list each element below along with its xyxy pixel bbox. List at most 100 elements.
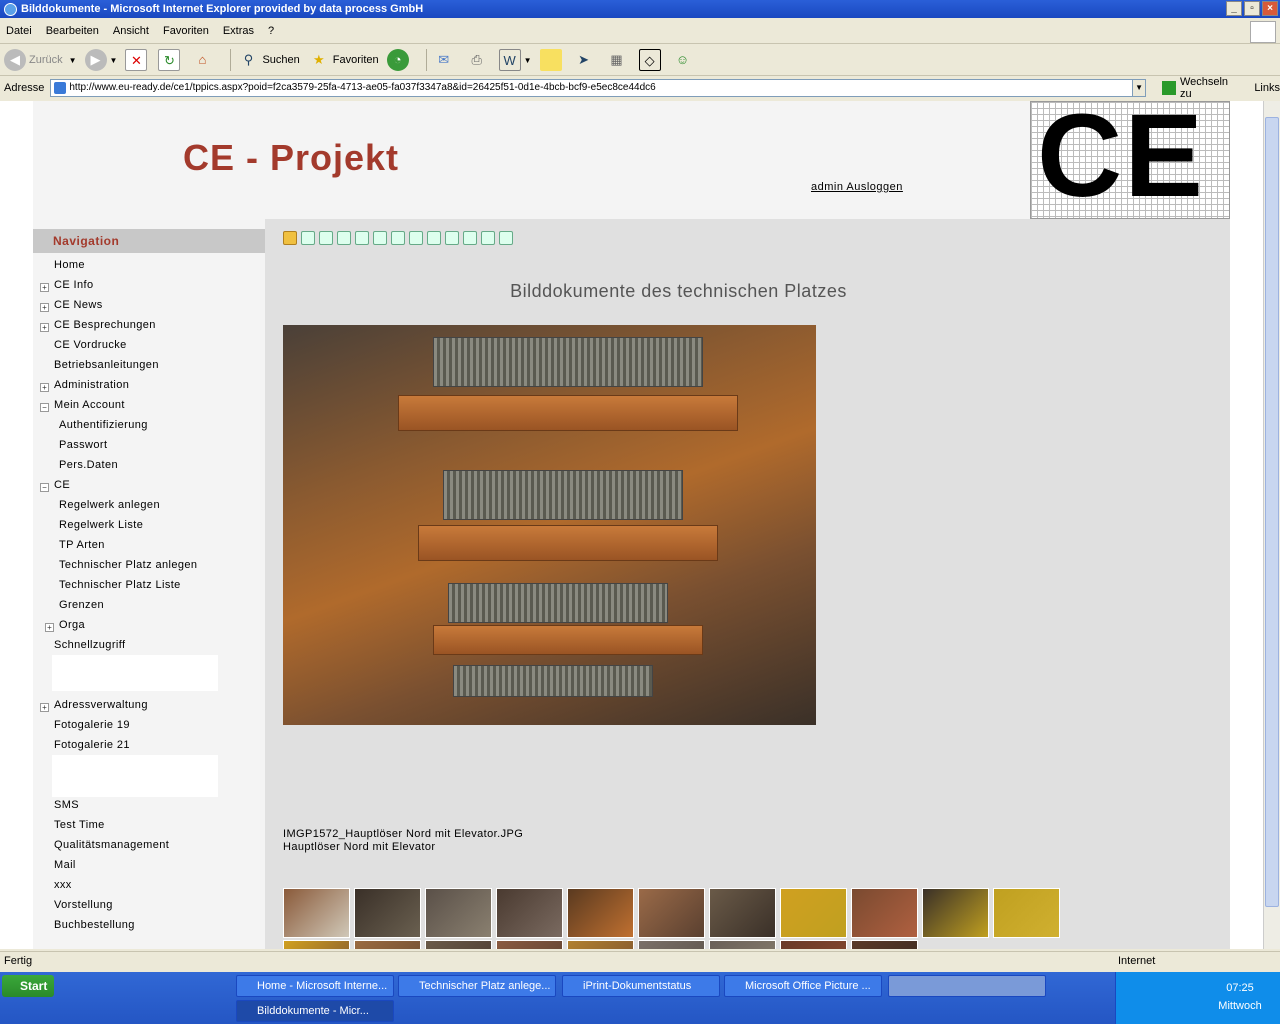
sidebar-item[interactable]: Regelwerk anlegen [59,499,160,511]
menu-ansicht[interactable]: Ansicht [113,25,149,37]
start-button[interactable]: Start [2,975,54,997]
photo-thumbnail[interactable] [425,940,492,949]
sidebar-item[interactable]: Grenzen [59,599,104,611]
stop-button[interactable]: ✕ [125,49,150,71]
add-icon[interactable] [373,231,387,245]
sidebar-item[interactable]: Betriebsanleitungen [54,359,159,371]
photo-thumbnail[interactable] [567,940,634,949]
photo-thumbnail[interactable] [283,940,350,949]
edit-button[interactable]: W ▼ [498,49,532,71]
sidebar-item[interactable]: Orga [59,619,85,631]
logout-link[interactable]: admin Ausloggen [811,181,903,193]
photo-thumbnail[interactable] [709,888,776,938]
url-input[interactable]: http://www.eu-ready.de/ce1/tppics.aspx?p… [50,79,1134,97]
sidebar-item[interactable]: Passwort [59,439,107,451]
first-icon[interactable] [409,231,423,245]
favorites-button[interactable]: ★ Favoriten [308,49,379,71]
go-button[interactable]: Wechseln zu [1180,76,1242,100]
sidebar-item[interactable]: TP Arten [59,539,105,551]
window-button[interactable]: ◇ [638,49,664,71]
sidebar-item[interactable]: Fotogalerie 21 [54,739,130,751]
sidebar-item[interactable]: Regelwerk Liste [59,519,143,531]
expand-toggle-icon[interactable]: − [40,483,49,492]
url-dropdown[interactable]: ▼ [1132,79,1147,97]
notes-button[interactable] [539,49,565,71]
photo-thumbnail[interactable] [922,888,989,938]
print-button[interactable]: ⎙ [466,49,491,71]
photo-thumbnail[interactable] [425,888,492,938]
expand-toggle-icon[interactable]: + [40,283,49,292]
view-icon[interactable] [391,231,405,245]
photo-thumbnail[interactable] [638,888,705,938]
close-button[interactable]: × [1262,1,1278,16]
up-icon[interactable] [445,231,459,245]
sidebar-item[interactable]: Technischer Platz Liste [59,579,181,591]
sidebar-item[interactable]: Mail [54,859,76,871]
photo-thumbnail[interactable] [567,888,634,938]
menu-datei[interactable]: Datei [6,25,32,37]
go-arrow-icon[interactable] [1162,81,1176,95]
list-icon[interactable] [337,231,351,245]
sidebar-item[interactable]: Fotogalerie 19 [54,719,130,731]
sidebar-item[interactable]: Mein Account [54,399,125,411]
sidebar-item[interactable]: CE Vordrucke [54,339,127,351]
photo-thumbnail[interactable] [496,888,563,938]
expand-toggle-icon[interactable]: − [40,403,49,412]
sidebar-item[interactable]: Administration [54,379,129,391]
menu-extras[interactable]: Extras [223,25,254,37]
menu-bearbeiten[interactable]: Bearbeiten [46,25,99,37]
delete-icon[interactable] [481,231,495,245]
photo-thumbnail[interactable] [354,888,421,938]
sidebar-item[interactable]: Adressverwaltung [54,699,148,711]
forward-button[interactable]: ▶ ▼ [84,49,117,71]
expand-toggle-icon[interactable]: + [40,323,49,332]
scrollbar-thumb[interactable] [1265,117,1279,907]
search-button[interactable]: ⚲ Suchen [237,49,300,71]
sidebar-item[interactable]: CE Info [54,279,94,291]
expand-toggle-icon[interactable]: + [40,703,49,712]
refresh-button[interactable]: ↻ [158,49,183,71]
sidebar-item[interactable]: CE Besprechungen [54,319,156,331]
photo-thumbnail[interactable] [638,940,705,949]
mail-button[interactable]: ✉ [433,49,458,71]
sidebar-item[interactable]: Home [54,259,85,271]
expand-toggle-icon[interactable]: + [40,383,49,392]
sidebar-item[interactable]: xxx [54,879,72,891]
photo-thumbnail[interactable] [283,888,350,938]
sidebar-item[interactable]: Authentifizierung [59,419,148,431]
sidebar-item[interactable]: CE [54,479,70,491]
sidebar-item[interactable]: Test Time [54,819,105,831]
messenger-button[interactable]: ☺ [672,49,697,71]
home-button[interactable]: ⌂ [191,49,216,71]
task-picture-manager[interactable]: Microsoft Office Picture ... [724,975,882,997]
sidebar-item[interactable]: Vorstellung [54,899,113,911]
cursor-button[interactable]: ➤ [573,49,598,71]
links-button[interactable]: Links [1254,82,1280,94]
sidebar-item[interactable]: Pers.Daten [59,459,118,471]
sidebar-item[interactable]: SMS [54,799,79,811]
sidebar-item[interactable]: Buchbestellung [54,919,135,931]
sidebar-item[interactable]: CE News [54,299,103,311]
task-home[interactable]: Home - Microsoft Interne... [236,975,394,997]
sidebar-item[interactable]: Schnellzugriff [54,639,125,651]
next-icon[interactable] [427,231,441,245]
edit-icon[interactable] [319,231,333,245]
sidebar-item[interactable]: Technischer Platz anlegen [59,559,197,571]
expand-toggle-icon[interactable]: + [45,623,54,632]
task-bilddokumente[interactable]: Bilddokumente - Micr... [236,1000,394,1022]
vertical-scrollbar[interactable] [1263,101,1280,949]
photo-thumbnail[interactable] [780,940,847,949]
menu-help[interactable]: ? [268,25,274,37]
refresh-icon[interactable] [301,231,315,245]
task-blurred[interactable] [888,975,1046,997]
maximize-button[interactable]: ▫ [1244,1,1260,16]
back-button[interactable]: ◀ Zurück ▼ [4,49,77,71]
photo-thumbnail[interactable] [851,888,918,938]
task-iprint[interactable]: iPrint-Dokumentstatus [562,975,720,997]
sidebar-item[interactable]: Qualitätsmanagement [54,839,169,851]
expand-toggle-icon[interactable]: + [40,303,49,312]
history-button[interactable]: ◔ [386,49,412,71]
new-icon[interactable] [355,231,369,245]
research-button[interactable]: ▦ [606,49,631,71]
minimize-button[interactable]: _ [1226,1,1242,16]
